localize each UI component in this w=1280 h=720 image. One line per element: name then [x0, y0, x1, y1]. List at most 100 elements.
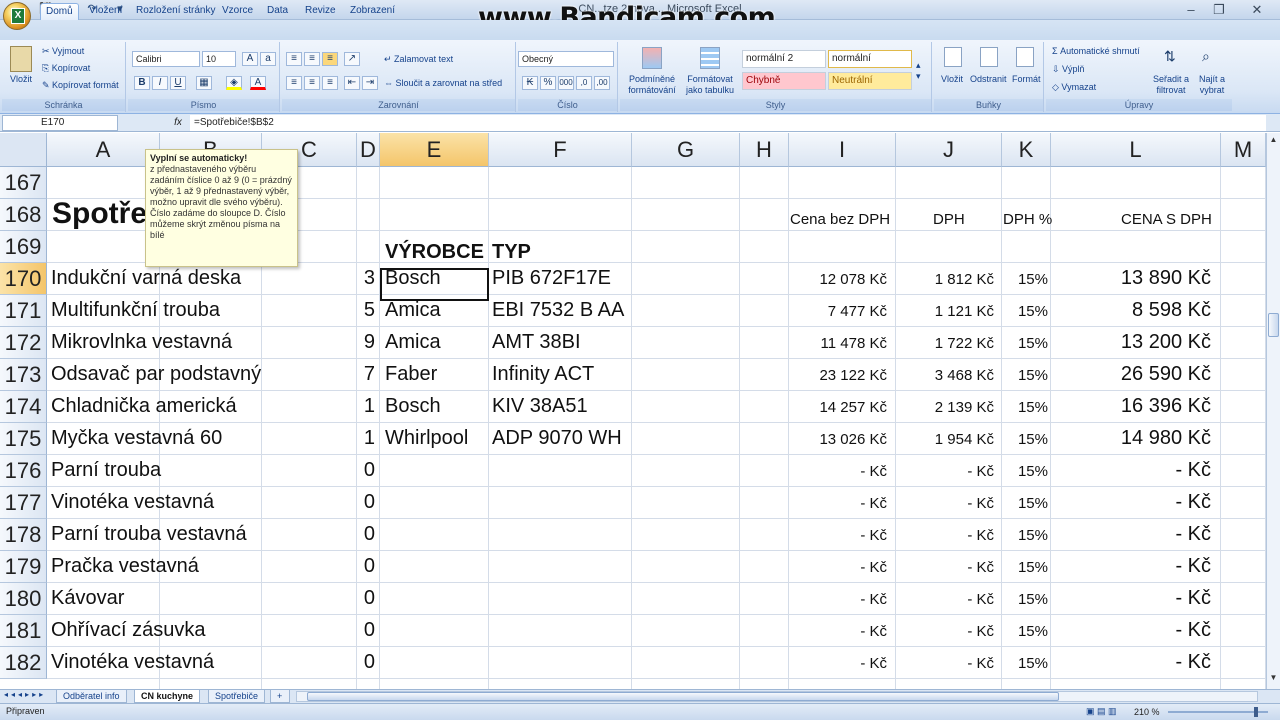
selection-code-cell[interactable]: 0: [357, 523, 375, 546]
copy-button[interactable]: ⎘ Kopírovat: [42, 63, 90, 74]
appliance-name-cell[interactable]: Kávovar: [51, 587, 124, 610]
italic-button[interactable]: I: [152, 76, 168, 90]
decrease-decimal-button[interactable]: ,00: [594, 76, 610, 90]
vat-amount-cell[interactable]: - Kč: [896, 591, 994, 608]
clear-button[interactable]: ◇ Vymazat: [1052, 82, 1096, 93]
styles-scroll-icon[interactable]: ▴ ▾: [916, 60, 921, 82]
align-bottom-icon[interactable]: ≡: [322, 52, 338, 66]
manufacturer-cell[interactable]: Amica: [385, 331, 441, 354]
align-center-icon[interactable]: ≡: [304, 76, 320, 90]
align-left-icon[interactable]: ≡: [286, 76, 302, 90]
thousands-button[interactable]: 000: [558, 76, 574, 90]
row-header[interactable]: 176: [0, 455, 47, 487]
price-incl-vat-cell[interactable]: - Kč: [1051, 523, 1211, 546]
type-cell[interactable]: EBI 7532 B AA: [492, 299, 624, 322]
vat-percent-cell[interactable]: 15%: [1002, 463, 1048, 480]
price-excl-vat-cell[interactable]: 7 477 Kč: [789, 303, 887, 320]
active-cell-selection[interactable]: [380, 268, 489, 301]
percent-button[interactable]: %: [540, 76, 556, 90]
fill-button[interactable]: ⇩ Výplň: [1052, 64, 1085, 75]
sheet-tab-spotrebice[interactable]: Spotřebiče: [208, 690, 266, 703]
align-right-icon[interactable]: ≡: [322, 76, 338, 90]
type-cell[interactable]: KIV 38A51: [492, 395, 588, 418]
vat-amount-cell[interactable]: 1 722 Kč: [896, 335, 994, 352]
type-cell[interactable]: ADP 9070 WH: [492, 427, 622, 450]
format-painter-button[interactable]: ✎ Kopírovat formát: [42, 80, 119, 91]
paste-button[interactable]: Vložit: [10, 74, 32, 84]
price-incl-vat-cell[interactable]: 13 890 Kč: [1051, 267, 1211, 290]
shrink-font-icon[interactable]: a: [260, 52, 276, 66]
header-price-incl-vat[interactable]: CENA S DPH: [1121, 211, 1212, 228]
select-all-corner[interactable]: [0, 133, 47, 167]
vat-percent-cell[interactable]: 15%: [1002, 527, 1048, 544]
grow-font-icon[interactable]: A: [242, 52, 258, 66]
row-header[interactable]: 173: [0, 359, 47, 391]
selection-code-cell[interactable]: 1: [357, 427, 375, 450]
vat-amount-cell[interactable]: - Kč: [896, 463, 994, 480]
column-header-g[interactable]: G: [632, 133, 740, 167]
underline-button[interactable]: U: [170, 76, 186, 90]
header-manufacturer[interactable]: VÝROBCE: [385, 241, 484, 264]
borders-icon[interactable]: ▦: [196, 76, 212, 90]
price-excl-vat-cell[interactable]: 13 026 Kč: [789, 431, 887, 448]
vat-percent-cell[interactable]: 15%: [1002, 431, 1048, 448]
column-header-h[interactable]: H: [740, 133, 789, 167]
vat-percent-cell[interactable]: 15%: [1002, 623, 1048, 640]
sheet-nav-icon[interactable]: ◂◂◂▸▸▸: [4, 690, 46, 699]
appliance-name-cell[interactable]: Myčka vestavná 60: [51, 427, 222, 450]
number-format-combo[interactable]: Obecný: [518, 51, 614, 67]
row-header[interactable]: 171: [0, 295, 47, 327]
scroll-up-icon[interactable]: ▲: [1268, 135, 1279, 147]
vat-percent-cell[interactable]: 15%: [1002, 303, 1048, 320]
style-normal[interactable]: normální: [828, 50, 912, 68]
scroll-down-icon[interactable]: ▼: [1268, 673, 1279, 685]
appliance-name-cell[interactable]: Ohřívací zásuvka: [51, 619, 206, 642]
appliance-name-cell[interactable]: Indukční varná deska: [51, 267, 241, 290]
orientation-icon[interactable]: ↗: [344, 52, 360, 66]
vat-amount-cell[interactable]: 1 812 Kč: [896, 271, 994, 288]
tab-review[interactable]: Revize: [300, 3, 341, 20]
type-cell[interactable]: Infinity ACT: [492, 363, 594, 386]
price-incl-vat-cell[interactable]: 16 396 Kč: [1051, 395, 1211, 418]
office-button[interactable]: X: [3, 2, 31, 30]
sheet-title-cell[interactable]: Spotře: [52, 197, 147, 231]
delete-cells-button[interactable]: Odstranit: [970, 74, 1007, 84]
price-incl-vat-cell[interactable]: 14 980 Kč: [1051, 427, 1211, 450]
tab-formulas[interactable]: Vzorce: [217, 3, 258, 20]
column-header-l[interactable]: L: [1051, 133, 1221, 167]
vat-amount-cell[interactable]: 2 139 Kč: [896, 399, 994, 416]
vertical-scroll-thumb[interactable]: [1268, 313, 1279, 337]
price-excl-vat-cell[interactable]: - Kč: [789, 463, 887, 480]
row-header[interactable]: 180: [0, 583, 47, 615]
vat-amount-cell[interactable]: - Kč: [896, 559, 994, 576]
type-cell[interactable]: PIB 672F17E: [492, 267, 611, 290]
column-header-f[interactable]: F: [489, 133, 632, 167]
selection-code-cell[interactable]: 1: [357, 395, 375, 418]
vat-percent-cell[interactable]: 15%: [1002, 399, 1048, 416]
decrease-indent-icon[interactable]: ⇤: [344, 76, 360, 90]
column-header-e[interactable]: E: [380, 133, 489, 167]
worksheet-grid[interactable]: ABCDEFGHIJKLM 16716816917017117217317417…: [0, 133, 1266, 689]
row-header[interactable]: 179: [0, 551, 47, 583]
appliance-name-cell[interactable]: Parní trouba: [51, 459, 161, 482]
row-header[interactable]: 182: [0, 647, 47, 679]
header-type[interactable]: TYP: [492, 241, 531, 264]
vat-percent-cell[interactable]: 15%: [1002, 367, 1048, 384]
appliance-name-cell[interactable]: Vinotéka vestavná: [51, 651, 214, 674]
price-excl-vat-cell[interactable]: 12 078 Kč: [789, 271, 887, 288]
price-incl-vat-cell[interactable]: 13 200 Kč: [1051, 331, 1211, 354]
price-excl-vat-cell[interactable]: - Kč: [789, 495, 887, 512]
format-cells-button[interactable]: Formát: [1012, 74, 1041, 84]
selection-code-cell[interactable]: 7: [357, 363, 375, 386]
tab-home[interactable]: Domů: [40, 3, 79, 20]
autosum-button[interactable]: Σ Automatické shrnutí: [1052, 46, 1140, 56]
appliance-name-cell[interactable]: Vinotéka vestavná: [51, 491, 214, 514]
row-header[interactable]: 181: [0, 615, 47, 647]
formula-input[interactable]: =Spotřebiče!$B$2: [190, 115, 1266, 131]
merge-center-button[interactable]: ⇔ Sloučit a zarovnat na střed: [384, 78, 502, 88]
price-incl-vat-cell[interactable]: 26 590 Kč: [1051, 363, 1211, 386]
conditional-format-button[interactable]: Podmíněné formátování: [624, 74, 680, 96]
selection-code-cell[interactable]: 0: [357, 459, 375, 482]
column-header-a[interactable]: A: [47, 133, 160, 167]
name-box[interactable]: E170: [2, 115, 118, 131]
